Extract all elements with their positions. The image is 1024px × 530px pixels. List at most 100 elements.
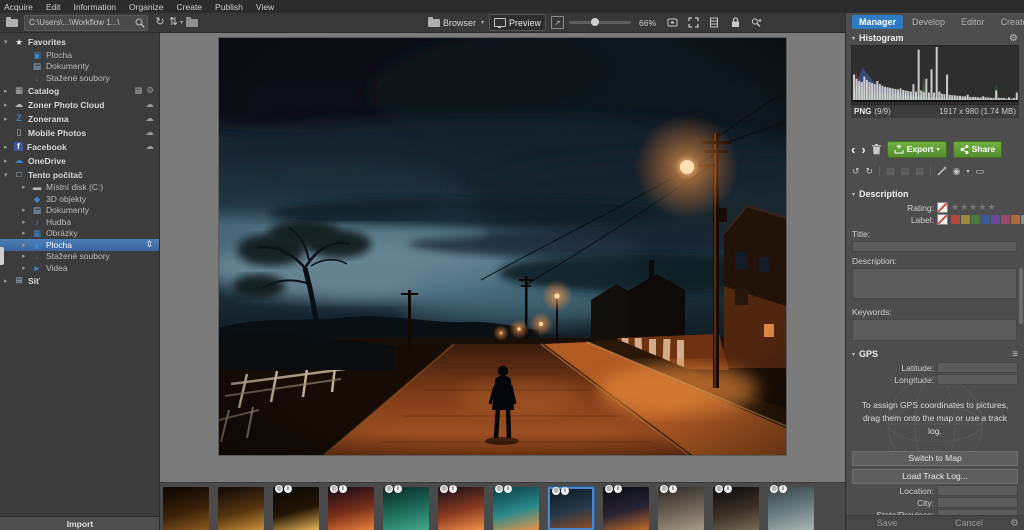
- menu-create[interactable]: Create: [177, 2, 203, 12]
- thumbnail-bark-bokeh[interactable]: [218, 487, 264, 530]
- search-icon[interactable]: [135, 18, 145, 28]
- folder-plus-icon[interactable]: ▦: [134, 85, 142, 96]
- star-icon[interactable]: ★: [951, 202, 960, 212]
- switch-to-map-button[interactable]: Switch to Map: [852, 451, 1018, 466]
- gps-menu-icon[interactable]: ≡: [1012, 349, 1018, 360]
- label-color-swatch-4[interactable]: [981, 215, 990, 224]
- browser-mode-button[interactable]: Browser ▾: [428, 15, 484, 31]
- sidebar-item-plocha[interactable]: ▸▣Plocha⇕: [0, 239, 159, 251]
- compare-zoom-icon[interactable]: [748, 15, 764, 31]
- sidebar-item-zoner-photo-cloud[interactable]: ▸☁Zoner Photo Cloud☁: [0, 98, 159, 112]
- label-color-swatch-5[interactable]: [991, 215, 1000, 224]
- sidebar-item-favorites[interactable]: ▾★Favorites: [0, 35, 159, 49]
- sidebar-item-dokumenty[interactable]: ▤Dokumenty: [0, 61, 159, 73]
- caret-right-icon[interactable]: ▸: [22, 241, 31, 249]
- trash-icon[interactable]: [872, 144, 881, 155]
- sort-button[interactable]: ⇅▾: [168, 15, 184, 31]
- tab-develop[interactable]: Develop: [905, 15, 952, 29]
- label-color-swatch-1[interactable]: [951, 215, 960, 224]
- sidebar-item-plocha[interactable]: ▣Plocha: [0, 49, 159, 61]
- share-button[interactable]: Share: [953, 141, 1003, 158]
- zoom-actual-size-icon[interactable]: [664, 15, 680, 31]
- panel-scrollbar[interactable]: [1019, 268, 1023, 324]
- open-in-window-icon[interactable]: ↗: [551, 16, 564, 29]
- zoom-percent[interactable]: 66%: [639, 18, 656, 28]
- tab-create[interactable]: Create: [994, 15, 1024, 29]
- description-section-header[interactable]: ▾ Description: [846, 187, 1024, 201]
- label-none-icon[interactable]: [937, 214, 948, 225]
- caret-right-icon[interactable]: ▸: [22, 252, 31, 260]
- save-button[interactable]: Save: [846, 518, 928, 528]
- title-input[interactable]: [852, 241, 1017, 252]
- tab-editor[interactable]: Editor: [954, 15, 992, 29]
- description-input[interactable]: [852, 268, 1017, 299]
- sidebar-item-dokumenty[interactable]: ▸▤Dokumenty: [0, 205, 159, 217]
- caret-right-icon[interactable]: ▸: [4, 157, 13, 165]
- clone-stamp-icon[interactable]: ◉: [953, 166, 961, 177]
- histogram-section-header[interactable]: ▾ Histogram ⚙: [846, 31, 1024, 45]
- zoom-slider[interactable]: [569, 21, 631, 24]
- rotate-left-icon[interactable]: ↺: [852, 166, 860, 177]
- thumbnail-candles-bokeh[interactable]: [163, 487, 209, 530]
- caret-right-icon[interactable]: ▸: [4, 115, 13, 123]
- star-icon[interactable]: ★: [969, 202, 978, 212]
- sidebar-item-videa[interactable]: ▸►Videa: [0, 262, 159, 274]
- keywords-input[interactable]: [852, 319, 1017, 341]
- thumbnail-sunset-tree[interactable]: ◎i: [328, 487, 374, 530]
- folder-browse-button[interactable]: [184, 15, 200, 31]
- city-input[interactable]: [937, 497, 1018, 508]
- menu-acquire[interactable]: Acquire: [4, 2, 33, 12]
- quick-edit-wand-icon[interactable]: [937, 166, 947, 176]
- histogram-settings-icon[interactable]: ⚙: [1009, 33, 1018, 44]
- thumbnail-teal-beach[interactable]: ◎i: [493, 487, 539, 530]
- star-icon[interactable]: ★: [978, 202, 987, 212]
- previous-image-button[interactable]: ‹: [851, 143, 855, 156]
- caret-down-icon[interactable]: ▾: [4, 171, 13, 179]
- thumbnail-wreath-lights[interactable]: ◎i: [273, 487, 319, 530]
- label-color-swatch-3[interactable]: [971, 215, 980, 224]
- menu-view[interactable]: View: [256, 2, 274, 12]
- star-icon[interactable]: ★: [960, 202, 969, 212]
- chevron-down-icon[interactable]: ▾: [967, 168, 970, 175]
- preview-mode-button[interactable]: Preview: [489, 14, 546, 31]
- copy-all-icon[interactable]: ▤: [901, 166, 910, 177]
- sidebar-item-mobile-photos[interactable]: ▯Mobile Photos☁: [0, 126, 159, 140]
- rating-none-icon[interactable]: [937, 202, 948, 213]
- rating-stars[interactable]: ★★★★★: [951, 202, 996, 213]
- menu-edit[interactable]: Edit: [46, 2, 61, 12]
- sidebar-item-obr-zky[interactable]: ▸▦Obrázky: [0, 228, 159, 240]
- sidebar-item-3d-objekty[interactable]: ◆3D objekty: [0, 193, 159, 205]
- gear-icon[interactable]: ⚙: [146, 85, 154, 96]
- star-icon[interactable]: ★: [987, 202, 996, 212]
- folder-up-button[interactable]: [4, 15, 20, 31]
- menu-publish[interactable]: Publish: [215, 2, 243, 12]
- path-input[interactable]: [27, 17, 135, 28]
- sidebar-item-sta-en-soubory[interactable]: ▸↓Stažené soubory: [0, 251, 159, 263]
- menu-organize[interactable]: Organize: [129, 2, 164, 12]
- sidebar-item-s[interactable]: ▸⊞Síť: [0, 274, 159, 288]
- slideshow-icon[interactable]: ▭: [976, 166, 985, 177]
- sidebar-item-hudba[interactable]: ▸♪Hudba: [0, 216, 159, 228]
- paste-icon[interactable]: ▤: [915, 166, 924, 177]
- panel-splitter-grip[interactable]: [0, 247, 4, 265]
- sidebar-item-catalog[interactable]: ▸▦Catalog▦⚙: [0, 84, 159, 98]
- caret-right-icon[interactable]: ▸: [4, 87, 13, 95]
- lock-icon[interactable]: [727, 15, 743, 31]
- import-button[interactable]: Import: [0, 516, 160, 530]
- fit-to-screen-icon[interactable]: [685, 15, 701, 31]
- caret-right-icon[interactable]: ▸: [22, 264, 31, 272]
- tab-manager[interactable]: Manager: [852, 15, 903, 29]
- copy-icon[interactable]: ▤: [886, 166, 895, 177]
- caret-right-icon[interactable]: ▸: [4, 101, 13, 109]
- sidebar-item-onedrive[interactable]: ▸☁OneDrive: [0, 154, 159, 168]
- next-image-button[interactable]: ›: [861, 143, 865, 156]
- menu-information[interactable]: Information: [73, 2, 116, 12]
- sidebar-item-zonerama[interactable]: ▸ZZonerama☁: [0, 112, 159, 126]
- refresh-icon[interactable]: ↻: [152, 15, 168, 31]
- caret-right-icon[interactable]: ▸: [4, 143, 13, 151]
- caret-down-icon[interactable]: ▾: [4, 38, 13, 46]
- thumbnail-mountain-hikers[interactable]: ◎i: [768, 487, 814, 530]
- sidebar-item-tento-po-ta[interactable]: ▾□Tento počítač: [0, 168, 159, 182]
- cancel-button[interactable]: Cancel: [928, 518, 1010, 528]
- caret-right-icon[interactable]: ▸: [22, 229, 31, 237]
